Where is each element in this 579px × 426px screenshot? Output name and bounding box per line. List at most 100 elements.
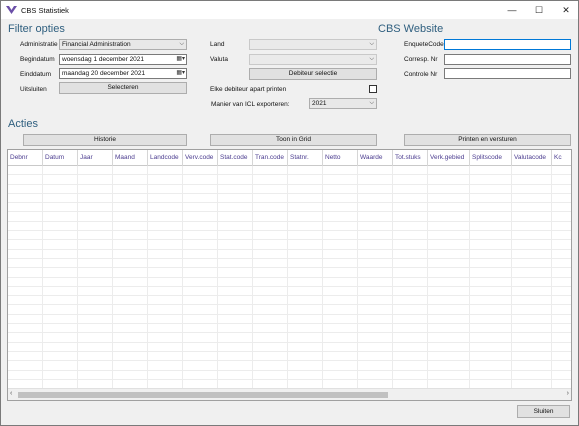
table-cell[interactable] (428, 249, 470, 258)
table-cell[interactable] (358, 184, 393, 193)
table-cell[interactable] (218, 203, 253, 212)
table-cell[interactable] (78, 203, 113, 212)
column-header[interactable]: Waarde (358, 150, 393, 166)
column-header[interactable]: Netto (323, 150, 358, 166)
table-cell[interactable] (470, 268, 512, 277)
table-cell[interactable] (552, 222, 571, 230)
table-cell[interactable] (113, 166, 148, 175)
column-header[interactable]: Valutacode (512, 150, 552, 166)
minimize-button[interactable]: — (499, 1, 525, 19)
table-cell[interactable] (8, 370, 43, 379)
column-header[interactable]: Landcode (148, 150, 183, 166)
table-cell[interactable] (78, 184, 113, 193)
table-cell[interactable] (113, 324, 148, 333)
table-cell[interactable] (253, 231, 288, 240)
table-cell[interactable] (253, 203, 288, 212)
scroll-right-icon[interactable]: › (567, 390, 569, 397)
table-cell[interactable] (323, 361, 358, 370)
table-cell[interactable] (470, 221, 512, 231)
toon-in-grid-button[interactable]: Toon in Grid (210, 134, 377, 146)
table-cell[interactable] (78, 175, 113, 184)
table-cell[interactable] (470, 203, 512, 212)
table-cell[interactable] (288, 314, 323, 324)
table-cell[interactable] (323, 249, 358, 258)
table-cell[interactable] (323, 296, 358, 305)
table-row[interactable] (8, 296, 571, 306)
table-cell[interactable] (8, 240, 43, 249)
table-cell[interactable] (512, 277, 552, 286)
table-cell[interactable] (288, 240, 323, 249)
table-cell[interactable] (393, 296, 428, 305)
table-cell[interactable] (358, 333, 393, 342)
table-cell[interactable] (148, 296, 183, 305)
table-cell[interactable] (218, 351, 253, 361)
table-row[interactable] (8, 268, 571, 278)
table-cell[interactable] (8, 296, 43, 305)
table-cell[interactable] (253, 286, 288, 296)
table-cell[interactable] (218, 370, 253, 379)
table-cell[interactable] (288, 166, 323, 175)
table-cell[interactable] (358, 277, 393, 286)
table-cell[interactable] (113, 184, 148, 193)
table-cell[interactable] (43, 203, 78, 212)
table-cell[interactable] (428, 351, 470, 361)
table-cell[interactable] (428, 277, 470, 286)
table-cell[interactable] (183, 212, 218, 221)
table-cell[interactable] (183, 286, 218, 296)
table-cell[interactable] (512, 212, 552, 221)
table-cell[interactable] (218, 277, 253, 286)
table-cell[interactable] (183, 268, 218, 277)
table-cell[interactable] (148, 203, 183, 212)
table-cell[interactable] (253, 333, 288, 342)
maximize-button[interactable]: ☐ (526, 1, 552, 19)
table-cell[interactable] (253, 277, 288, 286)
close-button[interactable]: ✕ (553, 1, 579, 19)
table-cell[interactable] (512, 286, 552, 296)
table-cell[interactable] (148, 379, 183, 389)
table-cell[interactable] (8, 203, 43, 212)
begindatum-picker[interactable]: woensdag 1 december 2021 ▦▾ (59, 54, 187, 65)
table-cell[interactable] (43, 212, 78, 221)
table-cell[interactable] (288, 324, 323, 333)
column-header[interactable]: Maand (113, 150, 148, 166)
table-cell[interactable] (470, 286, 512, 296)
table-row[interactable] (8, 166, 571, 176)
table-cell[interactable] (78, 342, 113, 351)
column-header[interactable]: Tran.code (253, 150, 288, 166)
table-cell[interactable] (8, 379, 43, 389)
table-cell[interactable] (358, 305, 393, 314)
table-cell[interactable] (358, 370, 393, 379)
table-cell[interactable] (512, 370, 552, 379)
table-cell[interactable] (358, 212, 393, 221)
selecteren-button[interactable]: Selecteren (59, 82, 187, 94)
table-cell[interactable] (113, 221, 148, 231)
table-cell[interactable] (218, 184, 253, 193)
table-cell[interactable] (428, 370, 470, 379)
table-cell[interactable] (218, 212, 253, 221)
table-row[interactable] (8, 351, 571, 362)
table-cell[interactable] (218, 342, 253, 351)
table-cell[interactable] (512, 184, 552, 193)
table-cell[interactable] (183, 240, 218, 249)
table-cell[interactable] (323, 351, 358, 361)
table-cell[interactable] (323, 184, 358, 193)
table-cell[interactable] (113, 286, 148, 296)
table-cell[interactable] (358, 351, 393, 361)
table-cell[interactable] (323, 333, 358, 342)
table-cell[interactable] (393, 249, 428, 258)
table-cell[interactable] (148, 370, 183, 379)
table-cell[interactable] (148, 175, 183, 184)
table-cell[interactable] (113, 203, 148, 212)
table-cell[interactable] (78, 193, 113, 203)
table-cell[interactable] (183, 314, 218, 324)
table-cell[interactable] (8, 286, 43, 296)
table-cell[interactable] (393, 361, 428, 370)
table-cell[interactable] (358, 314, 393, 324)
table-row[interactable] (8, 203, 571, 213)
table-cell[interactable] (113, 277, 148, 286)
table-row[interactable] (8, 193, 571, 204)
table-cell[interactable] (428, 268, 470, 277)
table-cell[interactable] (288, 268, 323, 277)
table-cell[interactable] (512, 221, 552, 231)
table-cell[interactable] (218, 221, 253, 231)
